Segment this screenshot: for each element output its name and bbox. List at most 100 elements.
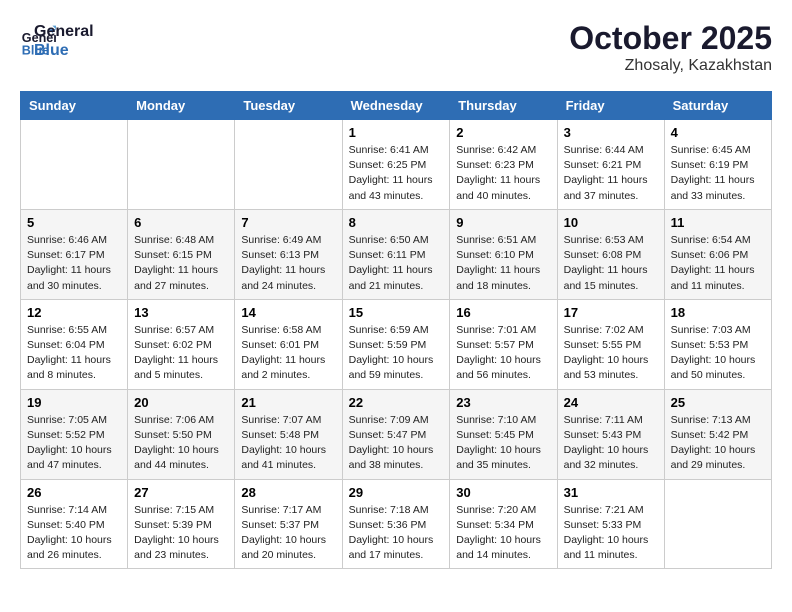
calendar-cell: 14Sunrise: 6:58 AMSunset: 6:01 PMDayligh… [235,299,342,389]
day-number: 21 [241,395,335,410]
calendar-cell: 8Sunrise: 6:50 AMSunset: 6:11 PMDaylight… [342,209,450,299]
calendar-cell: 23 Sunrise: 7:10 AMSunset: 5:45 PMDayligh… [450,389,557,479]
calendar-cell: 7 Sunrise: 6:49 AMSunset: 6:13 PMDaylight… [235,209,342,299]
day-info: Sunrise: 6:45 AMSunset: 6:19 PMDaylight:… [671,143,765,204]
weekday-header-saturday: Saturday [664,92,771,120]
day-info: Sunrise: 6:42 AMSunset: 6:23 PMDaylight:… [456,143,550,204]
day-info: Sunrise: 7:18 AMSunset: 5:36 PMDaylight:… [349,503,444,564]
calendar-cell: 22 Sunrise: 7:09 AMSunset: 5:47 PMDayligh… [342,389,450,479]
calendar-cell: 31 Sunrise: 7:21 AMSunset: 5:33 PMDayligh… [557,479,664,569]
weekday-header-thursday: Thursday [450,92,557,120]
day-info: Sunrise: 6:57 AMSunset: 6:02 PMDaylight:… [134,323,228,384]
day-number: 16 [456,305,550,320]
calendar-cell: 20 Sunrise: 7:06 AMSunset: 5:50 PMDayligh… [128,389,235,479]
calendar-cell: 30Sunrise: 7:20 AMSunset: 5:34 PMDayligh… [450,479,557,569]
day-number: 18 [671,305,765,320]
calendar-cell [128,120,235,210]
calendar-cell: 11 Sunrise: 6:54 AMSunset: 6:06 PMDayligh… [664,209,771,299]
day-number: 13 [134,305,228,320]
day-info: Sunrise: 6:41 AMSunset: 6:25 PMDaylight:… [349,143,444,204]
day-number: 10 [564,215,658,230]
day-number: 19 [27,395,121,410]
day-info: Sunrise: 7:14 AMSunset: 5:40 PMDaylight:… [27,503,121,564]
day-info: Sunrise: 7:03 AMSunset: 5:53 PMDaylight:… [671,323,765,384]
day-info: Sunrise: 7:01 AMSunset: 5:57 PMDaylight:… [456,323,550,384]
day-number: 6 [134,215,228,230]
day-info: Sunrise: 7:15 AMSunset: 5:39 PMDaylight:… [134,503,228,564]
day-number: 8 [349,215,444,230]
day-info: Sunrise: 6:46 AMSunset: 6:17 PMDaylight:… [27,233,121,294]
day-number: 27 [134,485,228,500]
calendar-cell: 2 Sunrise: 6:42 AMSunset: 6:23 PMDaylight… [450,120,557,210]
day-info: Sunrise: 7:06 AMSunset: 5:50 PMDaylight:… [134,413,228,474]
logo-line1: General [34,22,94,41]
day-number: 5 [27,215,121,230]
calendar-cell: 9 Sunrise: 6:51 AMSunset: 6:10 PMDaylight… [450,209,557,299]
calendar-cell: 27 Sunrise: 7:15 AMSunset: 5:39 PMDayligh… [128,479,235,569]
day-number: 12 [27,305,121,320]
day-number: 30 [456,485,550,500]
calendar-week-4: 19 Sunrise: 7:05 AMSunset: 5:52 PMDayligh… [21,389,772,479]
day-info: Sunrise: 6:55 AMSunset: 6:04 PMDaylight:… [27,323,121,384]
day-number: 17 [564,305,658,320]
calendar-cell: 28Sunrise: 7:17 AMSunset: 5:37 PMDayligh… [235,479,342,569]
day-info: Sunrise: 6:44 AMSunset: 6:21 PMDaylight:… [564,143,658,204]
day-info: Sunrise: 7:05 AMSunset: 5:52 PMDaylight:… [27,413,121,474]
day-info: Sunrise: 6:48 AMSunset: 6:15 PMDaylight:… [134,233,228,294]
calendar-cell [21,120,128,210]
day-info: Sunrise: 7:02 AMSunset: 5:55 PMDaylight:… [564,323,658,384]
day-number: 1 [349,125,444,140]
calendar-week-2: 5 Sunrise: 6:46 AMSunset: 6:17 PMDaylight… [21,209,772,299]
calendar-cell: 5 Sunrise: 6:46 AMSunset: 6:17 PMDaylight… [21,209,128,299]
day-number: 22 [349,395,444,410]
calendar-cell: 19 Sunrise: 7:05 AMSunset: 5:52 PMDayligh… [21,389,128,479]
day-number: 2 [456,125,550,140]
day-info: Sunrise: 7:09 AMSunset: 5:47 PMDaylight:… [349,413,444,474]
title-block: October 2025 Zhosaly, Kazakhstan [569,20,772,75]
logo: General Blue General Blue [20,20,94,60]
day-info: Sunrise: 7:13 AMSunset: 5:42 PMDaylight:… [671,413,765,474]
day-number: 7 [241,215,335,230]
calendar-cell: 26Sunrise: 7:14 AMSunset: 5:40 PMDayligh… [21,479,128,569]
day-info: Sunrise: 7:21 AMSunset: 5:33 PMDaylight:… [564,503,658,564]
day-number: 11 [671,215,765,230]
day-info: Sunrise: 6:58 AMSunset: 6:01 PMDaylight:… [241,323,335,384]
day-number: 20 [134,395,228,410]
calendar-cell: 17 Sunrise: 7:02 AMSunset: 5:55 PMDayligh… [557,299,664,389]
calendar-week-3: 12 Sunrise: 6:55 AMSunset: 6:04 PMDayligh… [21,299,772,389]
day-info: Sunrise: 7:11 AMSunset: 5:43 PMDaylight:… [564,413,658,474]
day-number: 9 [456,215,550,230]
day-info: Sunrise: 7:07 AMSunset: 5:48 PMDaylight:… [241,413,335,474]
logo-line2: Blue [34,41,94,60]
day-info: Sunrise: 6:49 AMSunset: 6:13 PMDaylight:… [241,233,335,294]
weekday-header-friday: Friday [557,92,664,120]
page-header: General Blue General Blue October 2025 Z… [20,20,772,75]
calendar-cell: 29 Sunrise: 7:18 AMSunset: 5:36 PMDayligh… [342,479,450,569]
calendar-week-5: 26Sunrise: 7:14 AMSunset: 5:40 PMDayligh… [21,479,772,569]
calendar-cell [664,479,771,569]
day-info: Sunrise: 7:17 AMSunset: 5:37 PMDaylight:… [241,503,335,564]
calendar-cell: 12 Sunrise: 6:55 AMSunset: 6:04 PMDayligh… [21,299,128,389]
calendar-cell: 21 Sunrise: 7:07 AMSunset: 5:48 PMDayligh… [235,389,342,479]
day-info: Sunrise: 6:51 AMSunset: 6:10 PMDaylight:… [456,233,550,294]
calendar-cell: 13 Sunrise: 6:57 AMSunset: 6:02 PMDayligh… [128,299,235,389]
location-subtitle: Zhosaly, Kazakhstan [569,57,772,75]
calendar-cell: 25Sunrise: 7:13 AMSunset: 5:42 PMDayligh… [664,389,771,479]
day-info: Sunrise: 6:54 AMSunset: 6:06 PMDaylight:… [671,233,765,294]
day-number: 29 [349,485,444,500]
day-info: Sunrise: 7:10 AMSunset: 5:45 PMDaylight:… [456,413,550,474]
weekday-header-sunday: Sunday [21,92,128,120]
calendar-cell: 16 Sunrise: 7:01 AMSunset: 5:57 PMDayligh… [450,299,557,389]
day-number: 3 [564,125,658,140]
day-number: 31 [564,485,658,500]
calendar-table: SundayMondayTuesdayWednesdayThursdayFrid… [20,91,772,569]
day-number: 23 [456,395,550,410]
calendar-cell: 3 Sunrise: 6:44 AMSunset: 6:21 PMDaylight… [557,120,664,210]
calendar-cell: 4Sunrise: 6:45 AMSunset: 6:19 PMDaylight… [664,120,771,210]
calendar-cell: 6 Sunrise: 6:48 AMSunset: 6:15 PMDaylight… [128,209,235,299]
day-number: 24 [564,395,658,410]
day-info: Sunrise: 6:59 AMSunset: 5:59 PMDaylight:… [349,323,444,384]
calendar-cell: 18 Sunrise: 7:03 AMSunset: 5:53 PMDayligh… [664,299,771,389]
weekday-header-wednesday: Wednesday [342,92,450,120]
weekday-header-row: SundayMondayTuesdayWednesdayThursdayFrid… [21,92,772,120]
